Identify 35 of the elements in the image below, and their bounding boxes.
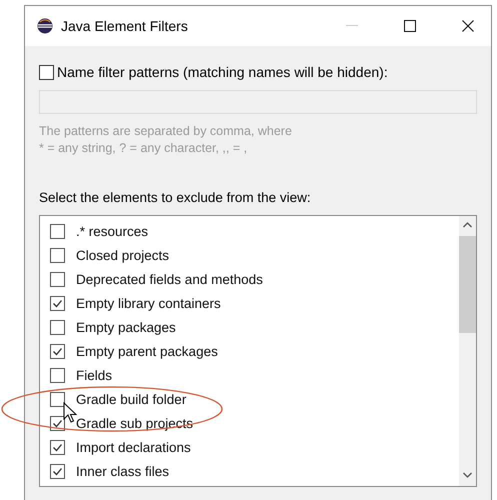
list-item[interactable]: Import declarations [76, 440, 191, 454]
hint-text: * = any string, ? = any character, ,, = , [39, 140, 248, 157]
list-item[interactable]: Empty packages [76, 320, 176, 334]
list-item[interactable]: Closed projects [76, 248, 170, 262]
checkbox[interactable] [50, 320, 65, 334]
checkbox[interactable] [50, 392, 65, 406]
list-item[interactable]: Fields [76, 368, 112, 382]
checkbox[interactable] [50, 368, 65, 382]
checkbox[interactable] [50, 440, 65, 454]
checkbox[interactable] [50, 416, 65, 430]
checkbox-label: Name filter patterns (matching names will be hidden): [57, 64, 388, 80]
checkbox[interactable] [50, 248, 65, 262]
cursor-icon [63, 402, 77, 424]
app-icon [37, 18, 53, 34]
checkbox[interactable] [50, 272, 65, 286]
checkbox[interactable] [50, 344, 65, 358]
list-item[interactable]: Deprecated fields and methods [76, 272, 263, 286]
close-icon[interactable] [462, 20, 474, 32]
list-item[interactable]: Empty parent packages [76, 344, 218, 358]
list-item[interactable]: Empty library containers [76, 296, 221, 310]
scrollbar[interactable] [459, 216, 476, 486]
maximize-icon[interactable] [404, 20, 416, 32]
checkbox[interactable] [50, 296, 65, 310]
checkbox[interactable] [39, 64, 54, 80]
window-title: Java Element Filters [61, 18, 188, 34]
hint-text: The patterns are separated by comma, where [39, 123, 293, 140]
scrollbar-thumb[interactable] [459, 236, 476, 333]
scroll-down-icon[interactable] [463, 472, 472, 478]
list-item[interactable]: Inner class files [76, 464, 170, 478]
list-item[interactable]: Gradle build folder [76, 392, 186, 406]
section-label: Select the elements to exclude from the view: [39, 190, 312, 205]
scroll-up-icon[interactable] [463, 222, 472, 228]
list-item[interactable]: .* resources [76, 224, 148, 238]
checkbox[interactable] [50, 224, 65, 238]
checkbox[interactable] [50, 464, 65, 478]
